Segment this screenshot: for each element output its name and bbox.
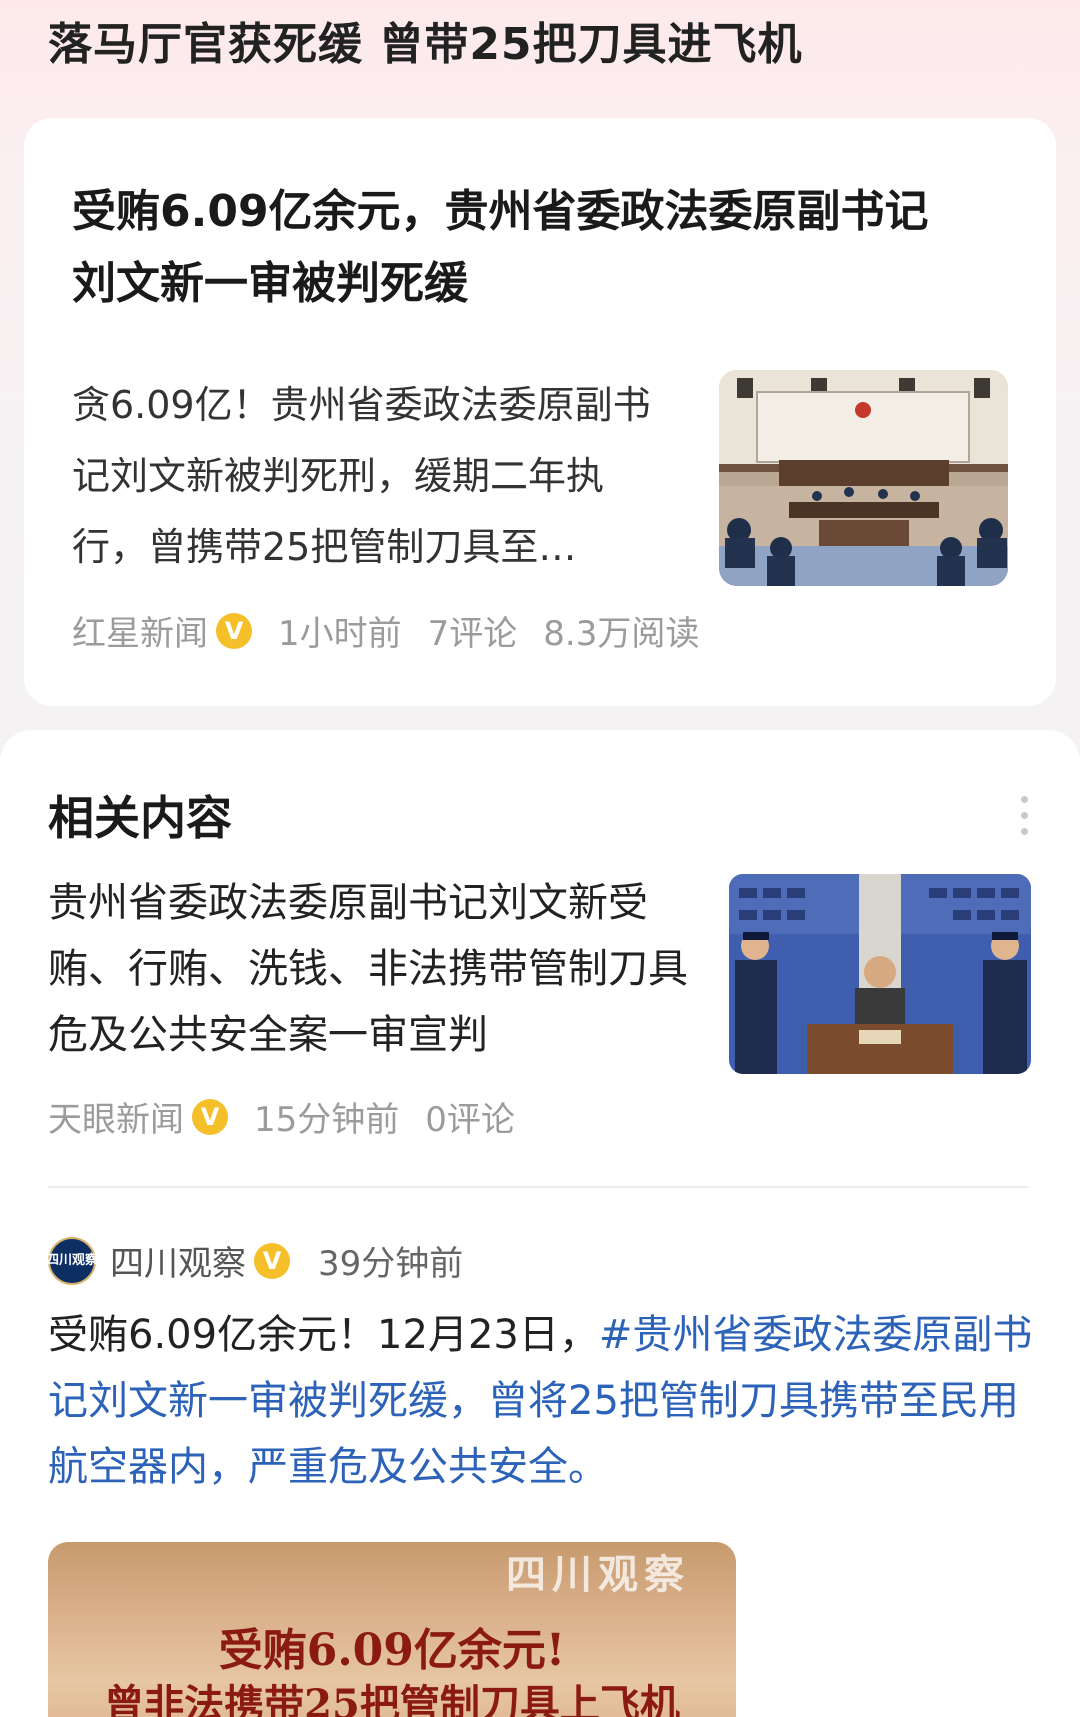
image-headline-line1: 受贿6.09亿余元!	[218, 1625, 566, 1676]
article-card[interactable]: 受贿6.09亿余元，贵州省委政法委原副书记刘文新一审被判死缓 贪6.09亿！贵州…	[24, 118, 1056, 771]
courtroom-photo-icon[interactable]	[719, 370, 1008, 586]
post-image[interactable]: 四川观察 受贿6.09亿余元! 曾非法携带25把管制刀具上飞机	[48, 1542, 736, 1717]
related-article-source[interactable]: 天眼新闻	[48, 1092, 184, 1141]
post-time: 39分钟前	[318, 1244, 464, 1284]
related-article-title[interactable]: 贵州省委政法委原副书记刘文新受贿、行贿、洗钱、非法携带管制刀具危及公共安全案一审…	[48, 870, 688, 1068]
related-article-comments[interactable]: 0评论	[425, 1092, 515, 1141]
defendant-in-court-photo-icon[interactable]	[729, 874, 1031, 1074]
article-summary[interactable]: 贪6.09亿！贵州省委政法委原副书记刘文新被判死刑，缓期二年执行，曾携带25把管…	[72, 370, 672, 583]
image-watermark: 四川观察	[506, 1552, 690, 1598]
topic-title[interactable]: 落马厅官获死缓 曾带25把刀具进飞机	[48, 8, 803, 72]
more-options-icon[interactable]	[1021, 796, 1028, 835]
related-article-meta: 天眼新闻 V 15分钟前 0评论	[48, 1092, 515, 1141]
avatar[interactable]: 四川观察	[46, 1236, 98, 1285]
verified-badge-icon: V	[254, 1242, 290, 1279]
article-meta: 红星新闻 V 1小时前 7评论 8.3万阅读	[72, 606, 699, 655]
verified-badge-icon: V	[216, 612, 252, 649]
article-reads: 8.3万阅读	[543, 614, 700, 654]
post-text-plain: 受贿6.09亿余元！12月23日，	[48, 1312, 599, 1358]
post-text[interactable]: 受贿6.09亿余元！12月23日，#贵州省委政法委原副书记刘文新一审被判死缓，曾…	[48, 1302, 1038, 1500]
post-author[interactable]: 四川观察	[110, 1236, 246, 1285]
article-headline[interactable]: 受贿6.09亿余元，贵州省委政法委原副书记刘文新一审被判死缓	[72, 176, 972, 320]
post-header: 四川观察 四川观察 V 39分钟前	[46, 1236, 464, 1285]
article-source[interactable]: 红星新闻	[72, 606, 208, 655]
related-article-time: 15分钟前	[254, 1100, 400, 1140]
image-headline-line2: 曾非法携带25把管制刀具上飞机	[104, 1681, 680, 1717]
verified-badge-icon: V	[192, 1098, 228, 1135]
section-title: 相关内容	[48, 791, 232, 845]
news-feed-page: 落马厅官获死缓 曾带25把刀具进飞机 受贿6.09亿余元，贵州省委政法委原副书记…	[0, 0, 1080, 1717]
article-comments[interactable]: 7评论	[428, 606, 518, 655]
divider	[48, 1186, 1028, 1188]
article-time: 1小时前	[278, 614, 402, 654]
related-content-panel: 相关内容 贵州省委政法委原副书记刘文新受贿、行贿、洗钱、非法携带管制刀具危及公共…	[0, 730, 1080, 1717]
